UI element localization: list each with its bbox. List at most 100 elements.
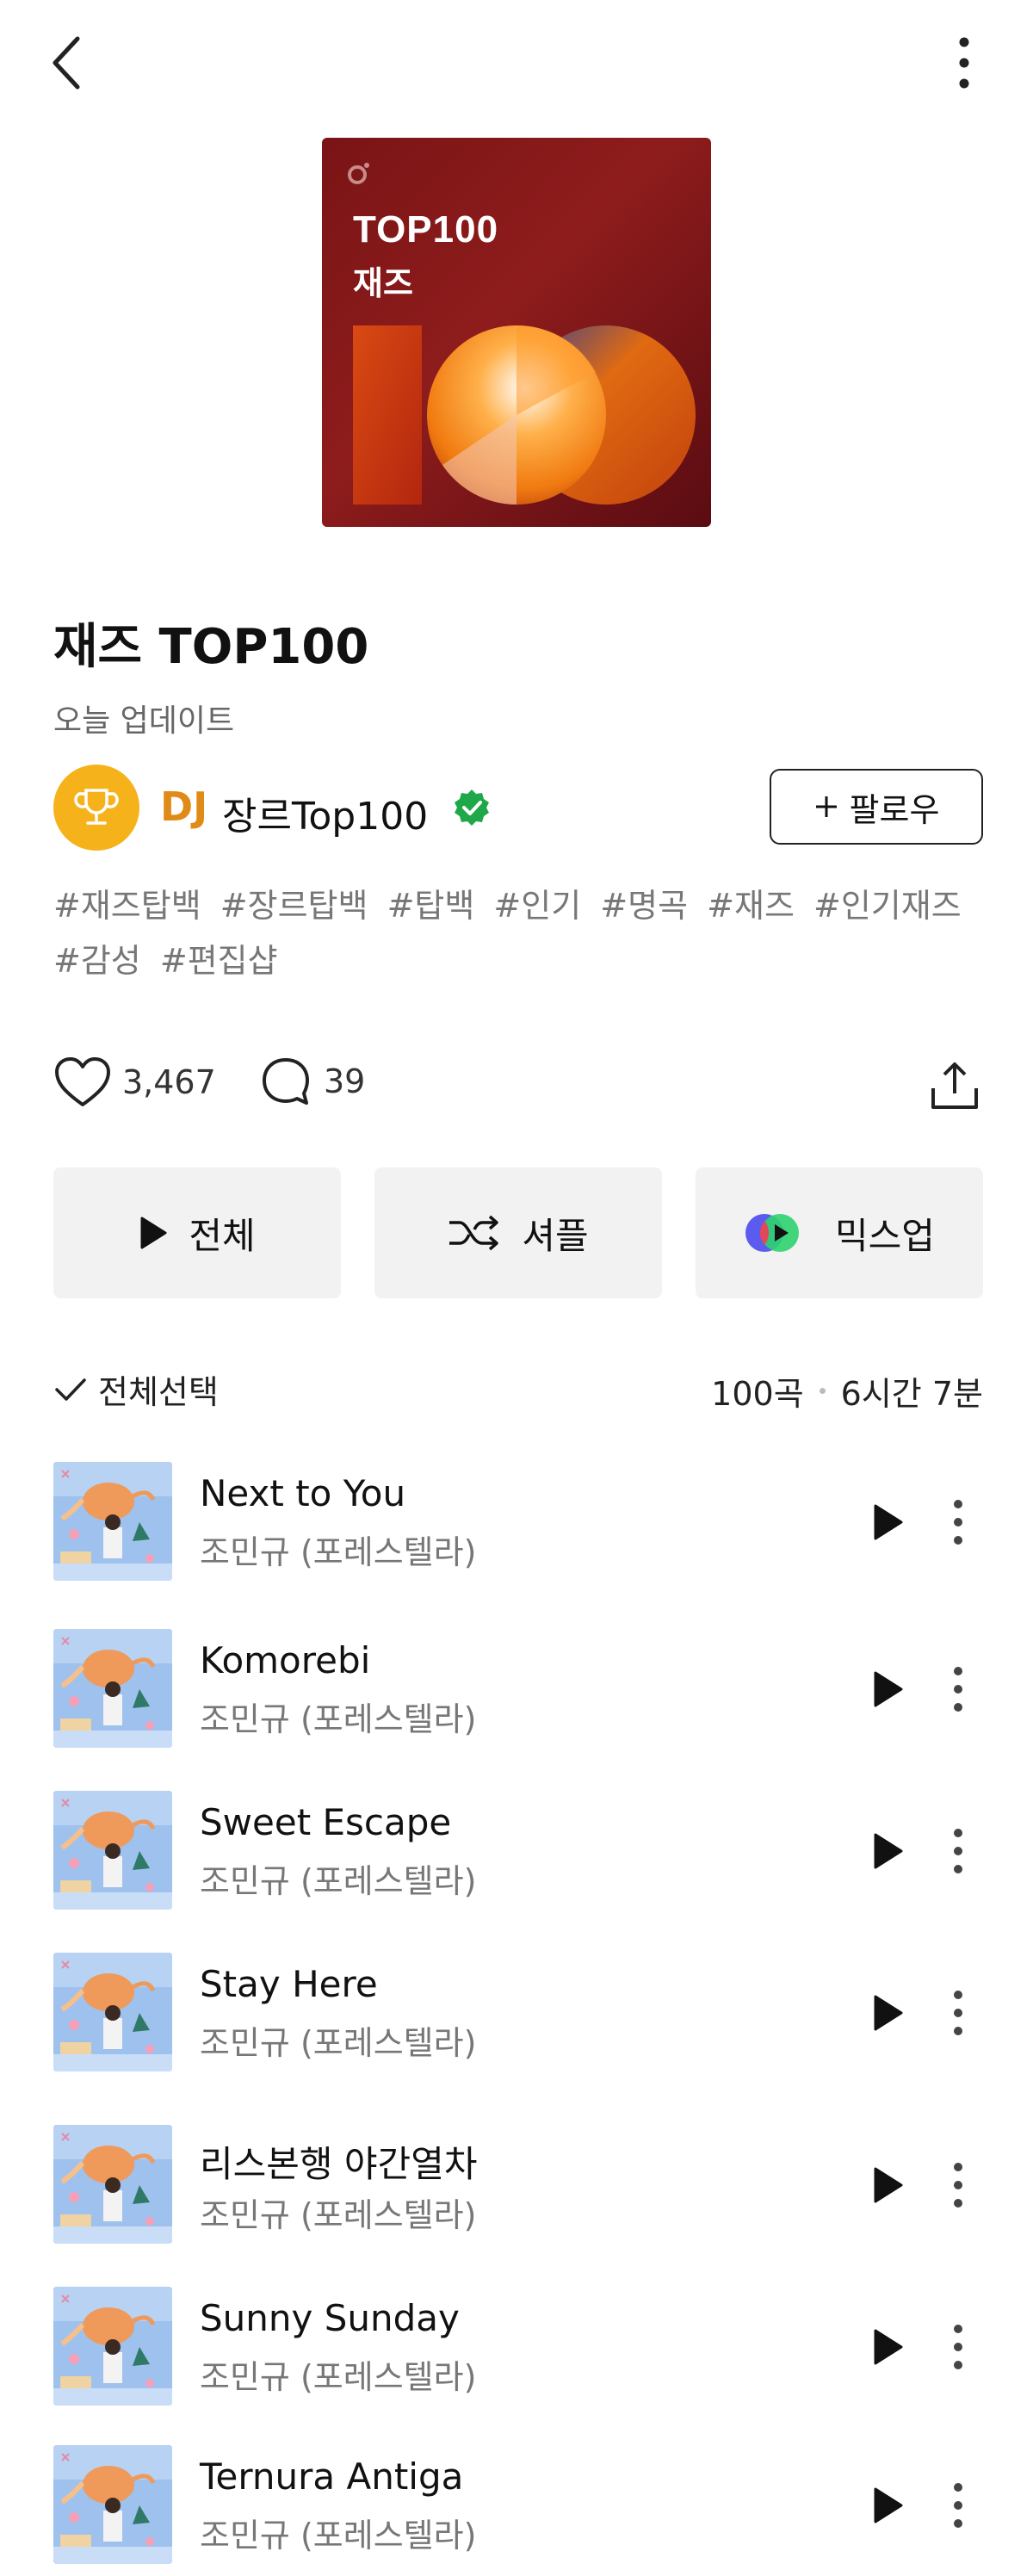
play-all-label: 전체 xyxy=(189,1214,256,1257)
hashtag[interactable]: #재즈 xyxy=(707,887,795,925)
track-play-button[interactable] xyxy=(863,2480,914,2531)
track-artist: 조민규 (포레스텔라) xyxy=(200,1700,477,1738)
action-buttons: 전체 셔플 믹스업 xyxy=(53,1167,983,1298)
track-more-button[interactable] xyxy=(937,2317,980,2377)
like-button[interactable]: 3,467 xyxy=(53,1056,216,1109)
play-all-button[interactable]: 전체 xyxy=(53,1167,341,1298)
track-artist: 조민규 (포레스텔라) xyxy=(200,1862,477,1900)
track-artist: 조민규 (포레스텔라) xyxy=(200,2196,477,2234)
track-summary: 100곡 6시간 7분 xyxy=(711,1367,983,1415)
play-icon xyxy=(874,1504,903,1540)
track-title: Next to You xyxy=(200,1472,406,1514)
more-options-button[interactable] xyxy=(938,33,990,93)
follow-button[interactable]: 팔로우 xyxy=(770,769,983,845)
track-artist: 조민규 (포레스텔라) xyxy=(200,2024,477,2062)
dj-name[interactable]: 장르Top100 xyxy=(222,785,428,840)
play-icon xyxy=(140,1217,167,1249)
update-status: 오늘 업데이트 xyxy=(53,703,235,739)
track-more-button[interactable] xyxy=(937,2155,980,2215)
hashtag-list: #재즈탑백 #장르탑백 #탑백 #인기 #명곡 #재즈 #인기재즈 #감성 #편… xyxy=(53,878,983,988)
shuffle-label: 셔플 xyxy=(522,1214,589,1257)
dj-avatar[interactable] xyxy=(53,765,139,851)
comment-button[interactable]: 39 xyxy=(260,1056,365,1107)
service-logo-icon xyxy=(348,163,369,184)
trophy-icon xyxy=(74,789,119,825)
track-title: Komorebi xyxy=(200,1639,371,1681)
play-icon xyxy=(874,1833,903,1869)
track-more-button[interactable] xyxy=(937,1821,980,1881)
hashtag[interactable]: #감성 xyxy=(53,942,141,980)
album-art xyxy=(53,1629,172,1748)
track-play-button[interactable] xyxy=(863,1663,914,1715)
like-count: 3,467 xyxy=(122,1063,216,1101)
play-icon xyxy=(874,2167,903,2203)
select-all-button[interactable]: 전체선택 xyxy=(53,1365,219,1413)
comment-count: 39 xyxy=(324,1062,366,1100)
hashtag[interactable]: #명곡 xyxy=(600,887,688,925)
track-row[interactable]: 리스본행 야간열차 조민규 (포레스텔라) xyxy=(53,2125,983,2245)
track-more-button[interactable] xyxy=(937,1659,980,1719)
dj-row: DJ 장르Top100 팔로우 xyxy=(53,763,983,852)
mixup-icon xyxy=(745,1214,800,1252)
track-row[interactable]: Ternura Antiga 조민규 (포레스텔라) xyxy=(53,2445,983,2566)
heart-icon xyxy=(55,1057,110,1106)
hashtag[interactable]: #편집샵 xyxy=(160,942,278,980)
mixup-button[interactable]: 믹스업 xyxy=(696,1167,983,1298)
track-list-header: 전체선택 100곡 6시간 7분 xyxy=(53,1365,983,1417)
vertical-dots-icon xyxy=(954,2163,962,2208)
track-artist: 조민규 (포레스텔라) xyxy=(200,2517,477,2554)
track-title: Stay Here xyxy=(200,1963,378,2005)
hashtag[interactable]: #탑백 xyxy=(387,887,475,925)
track-play-button[interactable] xyxy=(863,2159,914,2211)
track-play-button[interactable] xyxy=(863,2321,914,2373)
album-art xyxy=(53,2287,172,2406)
chevron-left-icon xyxy=(53,36,80,90)
track-play-button[interactable] xyxy=(863,1987,914,2039)
comment-bubble-icon xyxy=(263,1058,309,1105)
separator-dot xyxy=(819,1388,826,1394)
play-icon xyxy=(874,1995,903,2031)
track-title: Sweet Escape xyxy=(200,1801,452,1843)
vertical-dots-icon xyxy=(954,1829,962,1873)
track-title: Ternura Antiga xyxy=(200,2455,464,2498)
vertical-dots-icon xyxy=(954,2483,962,2528)
track-artist: 조민규 (포레스텔라) xyxy=(200,1533,477,1571)
vertical-dots-icon xyxy=(954,1667,962,1712)
follow-label: 팔로우 xyxy=(849,790,940,829)
track-row[interactable]: Sunny Sunday 조민규 (포레스텔라) xyxy=(53,2287,983,2407)
album-art xyxy=(53,1462,172,1581)
track-row[interactable]: Next to You 조민규 (포레스텔라) xyxy=(53,1462,983,1582)
track-play-button[interactable] xyxy=(863,1825,914,1877)
share-button[interactable] xyxy=(925,1056,985,1116)
shuffle-button[interactable]: 셔플 xyxy=(374,1167,662,1298)
track-row[interactable]: Stay Here 조민규 (포레스텔라) xyxy=(53,1953,983,2073)
track-count: 100곡 xyxy=(711,1375,804,1413)
hashtag[interactable]: #재즈탑백 xyxy=(53,887,201,925)
track-title: 리스본행 야간열차 xyxy=(200,2143,478,2185)
track-more-button[interactable] xyxy=(937,2475,980,2536)
play-icon xyxy=(874,1671,903,1707)
shuffle-icon xyxy=(449,1215,499,1251)
hashtag[interactable]: #인기 xyxy=(493,887,581,925)
cover-artwork xyxy=(353,325,696,505)
plus-icon xyxy=(815,796,837,817)
stats-row: 3,467 39 xyxy=(53,1056,983,1116)
cover-subtitle: 재즈 xyxy=(353,264,413,302)
hashtag[interactable]: #인기재즈 xyxy=(813,887,962,925)
total-duration: 6시간 7분 xyxy=(840,1375,983,1413)
hashtag[interactable]: #장르탑백 xyxy=(220,887,368,925)
playlist-cover: TOP100 재즈 xyxy=(322,138,711,527)
vertical-dots-icon xyxy=(954,1500,962,1545)
track-row[interactable]: Sweet Escape 조민규 (포레스텔라) xyxy=(53,1791,983,1911)
track-more-button[interactable] xyxy=(937,1492,980,1552)
cover-title: TOP100 xyxy=(353,208,499,251)
track-artist: 조민규 (포레스텔라) xyxy=(200,2358,477,2396)
track-row[interactable]: Komorebi 조민규 (포레스텔라) xyxy=(53,1629,983,1749)
track-play-button[interactable] xyxy=(863,1496,914,1548)
play-icon xyxy=(874,2487,903,2523)
checkmark-icon xyxy=(55,1378,86,1401)
track-more-button[interactable] xyxy=(937,1983,980,2043)
vertical-dots-icon xyxy=(954,1991,962,2035)
vertical-dots-icon xyxy=(954,2325,962,2369)
back-button[interactable] xyxy=(41,33,93,93)
